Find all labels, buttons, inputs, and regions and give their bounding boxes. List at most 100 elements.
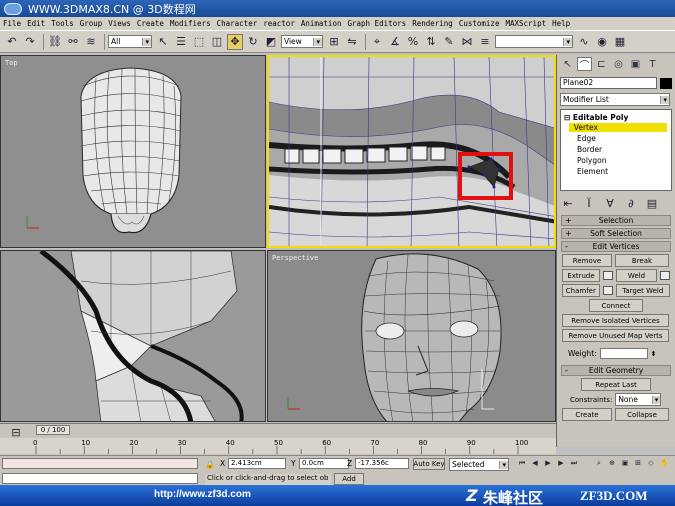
- remove-unused-map-verts-button[interactable]: Remove Unused Map Verts: [562, 329, 669, 342]
- named-selection-sets-dropdown[interactable]: [495, 35, 573, 48]
- object-name-field[interactable]: Plane02: [560, 77, 657, 89]
- create-tab-icon[interactable]: ↖: [560, 57, 575, 71]
- named-selection-icon[interactable]: ✎: [441, 34, 457, 50]
- percent-snap-icon[interactable]: %: [405, 34, 421, 50]
- play-icon[interactable]: ▶: [543, 458, 553, 468]
- weld-settings-icon[interactable]: [660, 271, 670, 280]
- select-by-name-icon[interactable]: ☰: [173, 34, 189, 50]
- redo-icon[interactable]: ↷: [22, 34, 38, 50]
- previous-frame-icon[interactable]: ◀: [530, 458, 540, 468]
- zoom-extents-all-icon[interactable]: ⊞: [633, 458, 643, 468]
- maxscript-listener-field[interactable]: [2, 458, 198, 469]
- menu-help[interactable]: Help: [549, 19, 573, 28]
- undo-icon[interactable]: ↶: [4, 34, 20, 50]
- zoom-extents-icon[interactable]: ▣: [620, 458, 630, 468]
- modifier-list-dropdown[interactable]: Modifier List: [560, 93, 670, 106]
- angle-snap-icon[interactable]: ∡: [387, 34, 403, 50]
- pivot-center-icon[interactable]: ⊞: [326, 34, 342, 50]
- stack-item-border[interactable]: Border: [577, 145, 602, 154]
- viewport-front-active[interactable]: [267, 55, 556, 248]
- menu-rendering[interactable]: Rendering: [409, 19, 456, 28]
- menu-customize[interactable]: Customize: [456, 19, 503, 28]
- create-button[interactable]: Create: [562, 408, 612, 421]
- menu-reactor[interactable]: reactor: [260, 19, 298, 28]
- next-frame-icon[interactable]: ▶: [556, 458, 566, 468]
- weight-spinner[interactable]: [599, 348, 648, 359]
- menu-create[interactable]: Create: [134, 19, 167, 28]
- constraints-dropdown[interactable]: None: [615, 393, 662, 406]
- snaps-toggle-icon[interactable]: ⌖: [369, 34, 385, 50]
- viewport-top[interactable]: Top: [0, 55, 266, 248]
- rollout-selection[interactable]: + Selection: [561, 215, 671, 226]
- repeat-last-button[interactable]: Repeat Last: [581, 378, 651, 391]
- maxscript-output-field[interactable]: [2, 473, 198, 484]
- rollout-edit-geometry[interactable]: - Edit Geometry: [561, 365, 671, 376]
- material-editor-icon[interactable]: ◉: [594, 34, 610, 50]
- menu-animation[interactable]: Animation: [298, 19, 345, 28]
- viewport-left[interactable]: [0, 250, 266, 422]
- align-icon[interactable]: ≡: [477, 34, 493, 50]
- y-coord-field[interactable]: 0.0cm: [299, 458, 349, 469]
- mirror-tool-icon[interactable]: ⋈: [459, 34, 475, 50]
- rollout-edit-vertices[interactable]: - Edit Vertices: [561, 241, 671, 252]
- mirror-icon[interactable]: ⇋: [344, 34, 360, 50]
- menu-modifiers[interactable]: Modifiers: [167, 19, 214, 28]
- extrude-button[interactable]: Extrude: [562, 269, 600, 282]
- spinner-arrows-icon[interactable]: ⬍: [651, 350, 657, 358]
- menu-group[interactable]: Group: [77, 19, 106, 28]
- time-slider[interactable]: 0 / 100: [36, 425, 70, 435]
- chamfer-button[interactable]: Chamfer: [562, 284, 600, 297]
- chamfer-settings-icon[interactable]: [602, 286, 613, 295]
- stack-item-element[interactable]: Element: [577, 167, 608, 176]
- remove-button[interactable]: Remove: [562, 254, 612, 267]
- select-and-rotate-icon[interactable]: ↻: [245, 34, 261, 50]
- stack-root-editable-poly[interactable]: ⊟ Editable Poly: [564, 113, 628, 122]
- object-color-swatch[interactable]: [660, 77, 672, 89]
- pan-icon[interactable]: ✋: [659, 458, 669, 468]
- remove-modifier-icon[interactable]: ∂: [623, 195, 639, 211]
- key-filter-dropdown[interactable]: Selected: [449, 458, 509, 471]
- stack-item-edge[interactable]: Edge: [577, 134, 596, 143]
- auto-key-button[interactable]: Auto Key: [413, 458, 445, 470]
- select-object-icon[interactable]: ↖: [155, 34, 171, 50]
- window-crossing-icon[interactable]: ◫: [209, 34, 225, 50]
- field-of-view-icon[interactable]: ◇: [646, 458, 656, 468]
- spinner-snap-icon[interactable]: ⇅: [423, 34, 439, 50]
- add-time-tag-button[interactable]: Add: [334, 473, 364, 485]
- rectangular-selection-icon[interactable]: ⬚: [191, 34, 207, 50]
- menu-views[interactable]: Views: [105, 19, 134, 28]
- x-coord-field[interactable]: 2.413cm: [228, 458, 286, 469]
- utilities-tab-icon[interactable]: T: [645, 57, 660, 71]
- reference-coordinate-dropdown[interactable]: View: [281, 35, 323, 48]
- selection-filter-dropdown[interactable]: All: [108, 35, 152, 48]
- timeline-track[interactable]: 0 10 20 30 40 50 60 70 80 90 100: [0, 438, 556, 454]
- collapse-button[interactable]: Collapse: [615, 408, 669, 421]
- pin-stack-icon[interactable]: ⇤: [560, 195, 576, 211]
- menu-file[interactable]: File: [0, 19, 24, 28]
- modify-tab-icon[interactable]: ⌒: [577, 57, 592, 72]
- target-weld-button[interactable]: Target Weld: [615, 284, 670, 297]
- stack-item-polygon[interactable]: Polygon: [577, 156, 606, 165]
- zoom-icon[interactable]: ⌕: [594, 458, 604, 468]
- motion-tab-icon[interactable]: ◎: [611, 57, 626, 71]
- menu-graph-editors[interactable]: Graph Editors: [344, 19, 409, 28]
- make-unique-icon[interactable]: ∀: [602, 195, 618, 211]
- rollout-soft-selection[interactable]: + Soft Selection: [561, 228, 671, 239]
- stack-item-vertex[interactable]: Vertex: [569, 123, 667, 132]
- zoom-all-icon[interactable]: ⊕: [607, 458, 617, 468]
- break-button[interactable]: Break: [615, 254, 669, 267]
- remove-isolated-vertices-button[interactable]: Remove Isolated Vertices: [562, 314, 669, 327]
- menu-character[interactable]: Character: [214, 19, 261, 28]
- weld-button[interactable]: Weld: [616, 269, 657, 282]
- z-coord-field[interactable]: -17.356c: [355, 458, 409, 469]
- select-and-move-icon[interactable]: ✥: [227, 33, 243, 50]
- viewport-perspective[interactable]: Perspective: [267, 250, 556, 422]
- show-end-result-icon[interactable]: Ϊ: [581, 195, 597, 211]
- connect-button[interactable]: Connect: [589, 299, 643, 312]
- menu-tools[interactable]: Tools: [48, 19, 77, 28]
- menu-maxscript[interactable]: MAXScript: [502, 19, 549, 28]
- curve-editor-icon[interactable]: ∿: [576, 34, 592, 50]
- display-tab-icon[interactable]: ▣: [628, 57, 643, 71]
- go-to-end-icon[interactable]: ⏭: [569, 458, 579, 468]
- hierarchy-tab-icon[interactable]: ⊏: [594, 57, 609, 71]
